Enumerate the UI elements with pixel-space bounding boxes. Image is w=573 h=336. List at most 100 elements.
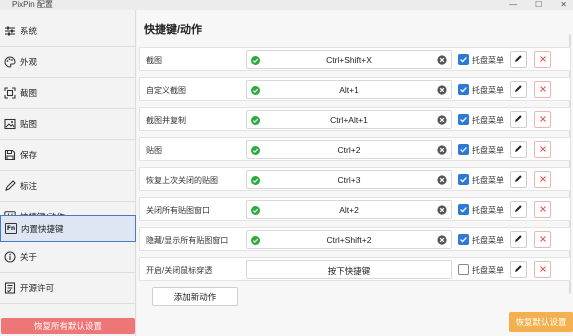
delete-button[interactable] xyxy=(534,141,551,158)
tray-menu-label: 托盘菜单 xyxy=(472,266,504,275)
tray-menu-checkbox[interactable] xyxy=(458,84,469,95)
add-action-button[interactable]: 添加新动作 xyxy=(152,287,238,306)
sidebar-item-system[interactable]: 系统 xyxy=(0,16,136,47)
delete-button[interactable] xyxy=(534,231,551,248)
reset-default-button[interactable]: 恢复默认设置 xyxy=(509,312,573,332)
edit-button[interactable] xyxy=(510,81,527,98)
pencil-icon xyxy=(514,204,523,215)
delete-button[interactable] xyxy=(534,261,551,278)
sidebar-item-label: 外观 xyxy=(20,57,38,67)
save-icon xyxy=(4,149,16,161)
action-label: 恢复上次关闭的贴图 xyxy=(146,176,218,185)
tray-menu-label: 托盘菜单 xyxy=(472,176,504,185)
shortcut-key-input[interactable]: Ctrl+3 xyxy=(246,170,452,189)
action-label: 开启/关闭鼠标穿透 xyxy=(146,266,213,275)
delete-button[interactable] xyxy=(534,201,551,218)
action-label: 自定义截图 xyxy=(146,86,186,95)
shortcut-key-input[interactable]: Alt+1 xyxy=(246,80,452,99)
minimize-button[interactable]: — xyxy=(509,0,517,9)
close-icon xyxy=(539,145,547,155)
shortcut-key-input[interactable]: Ctrl+Alt+1 xyxy=(246,110,452,129)
screenshot-icon xyxy=(4,87,16,99)
sidebar-item-save[interactable]: 保存 xyxy=(0,140,136,171)
tray-menu-label: 托盘菜单 xyxy=(472,146,504,155)
close-icon xyxy=(539,205,547,215)
pencil-icon xyxy=(514,144,523,155)
shortcut-row: 截图并复制 Ctrl+Alt+1 托盘菜单 xyxy=(139,107,571,131)
shortcut-key-text: Ctrl+Shift+2 xyxy=(326,235,372,245)
shortcut-key-input[interactable]: Ctrl+Shift+X xyxy=(246,50,452,69)
pencil-icon xyxy=(4,180,16,192)
reset-all-button[interactable]: 恢复所有默认设置 xyxy=(1,318,135,334)
edit-button[interactable] xyxy=(510,111,527,128)
action-label: 截图 xyxy=(146,56,162,65)
edit-button[interactable] xyxy=(510,201,527,218)
tray-menu-checkbox[interactable] xyxy=(458,54,469,65)
edit-button[interactable] xyxy=(510,141,527,158)
edit-button[interactable] xyxy=(510,231,527,248)
sidebar-item-appearance[interactable]: 外观 xyxy=(0,47,136,78)
shortcut-key-text: Ctrl+3 xyxy=(337,175,361,185)
edit-button[interactable] xyxy=(510,51,527,68)
sidebar-item-screenshot[interactable]: 截图 xyxy=(0,78,136,109)
action-label: 截图并复制 xyxy=(146,116,186,125)
close-icon xyxy=(539,175,547,185)
close-button[interactable]: ✕ xyxy=(560,0,567,9)
sidebar-item-label: 截图 xyxy=(20,88,38,98)
shortcut-key-text: Alt+1 xyxy=(339,85,359,95)
sidebar-item-label: 标注 xyxy=(20,181,38,191)
tray-menu-checkbox[interactable] xyxy=(458,174,469,185)
delete-button[interactable] xyxy=(534,171,551,188)
tray-menu-checkbox[interactable] xyxy=(458,144,469,155)
shortcut-key-text: 按下快捷键 xyxy=(327,266,371,276)
fn-badge: Fn xyxy=(5,223,17,234)
delete-button[interactable] xyxy=(534,111,551,128)
sidebar-item-label: 贴图 xyxy=(20,119,38,129)
info-icon xyxy=(4,251,16,263)
tray-menu-label: 托盘菜单 xyxy=(472,116,504,125)
sidebar-item-license[interactable]: 开源许可 xyxy=(0,273,136,304)
shortcut-key-text: Ctrl+Alt+1 xyxy=(330,115,368,125)
palette-icon xyxy=(4,56,16,68)
close-icon xyxy=(539,235,547,245)
shortcut-row: 关闭所有贴图窗口 Alt+2 托盘菜单 xyxy=(139,197,571,221)
shortcut-row: 隐藏/显示所有贴图窗口 Ctrl+Shift+2 托盘菜单 xyxy=(139,227,571,251)
page-title: 快捷键/动作 xyxy=(144,24,203,36)
pencil-icon xyxy=(514,264,523,275)
shortcut-key-input[interactable]: Alt+2 xyxy=(246,200,452,219)
delete-button[interactable] xyxy=(534,81,551,98)
delete-button[interactable] xyxy=(534,51,551,68)
main-panel: 快捷键/动作 截图 Ctrl+Shift+X 托盘菜单 自定义截图 Alt+1 xyxy=(137,10,573,336)
action-label: 贴图 xyxy=(146,146,162,155)
shortcut-row: 恢复上次关闭的贴图 Ctrl+3 托盘菜单 xyxy=(139,167,571,191)
sidebar-item-about[interactable]: 关于 xyxy=(0,242,136,273)
tray-menu-checkbox[interactable] xyxy=(458,114,469,125)
shortcut-key-input[interactable]: Ctrl+2 xyxy=(246,140,452,159)
sidebar-item-builtin-shortcuts[interactable]: Fn 内置快捷键 xyxy=(0,215,136,242)
shortcut-key-input[interactable]: Ctrl+Shift+2 xyxy=(246,230,452,249)
shortcut-key-text: Ctrl+Shift+X xyxy=(326,55,372,65)
tray-menu-checkbox[interactable] xyxy=(458,234,469,245)
action-label: 关闭所有贴图窗口 xyxy=(146,206,210,215)
tray-menu-checkbox[interactable] xyxy=(458,264,469,275)
pencil-icon xyxy=(514,54,523,65)
shortcut-key-input[interactable]: 按下快捷键 xyxy=(246,260,452,279)
close-icon xyxy=(539,55,547,65)
edit-button[interactable] xyxy=(510,261,527,278)
maximize-button[interactable]: ☐ xyxy=(535,0,542,9)
sidebar-item-annotate[interactable]: 标注 xyxy=(0,171,136,202)
close-icon xyxy=(539,85,547,95)
tray-menu-checkbox[interactable] xyxy=(458,204,469,215)
pencil-icon xyxy=(514,84,523,95)
shortcut-row: 开启/关闭鼠标穿透 按下快捷键 托盘菜单 xyxy=(139,257,571,281)
tray-menu-label: 托盘菜单 xyxy=(472,236,504,245)
close-icon xyxy=(539,115,547,125)
sidebar-item-label: 系统 xyxy=(20,26,38,36)
edit-button[interactable] xyxy=(510,171,527,188)
shortcut-row: 贴图 Ctrl+2 托盘菜单 xyxy=(139,137,571,161)
tray-menu-label: 托盘菜单 xyxy=(472,206,504,215)
sidebar-item-pin[interactable]: 贴图 xyxy=(0,109,136,140)
sidebar-item-label: 内置快捷键 xyxy=(21,223,64,234)
scrollbar[interactable] xyxy=(569,34,571,294)
pin-image-icon xyxy=(4,118,16,130)
